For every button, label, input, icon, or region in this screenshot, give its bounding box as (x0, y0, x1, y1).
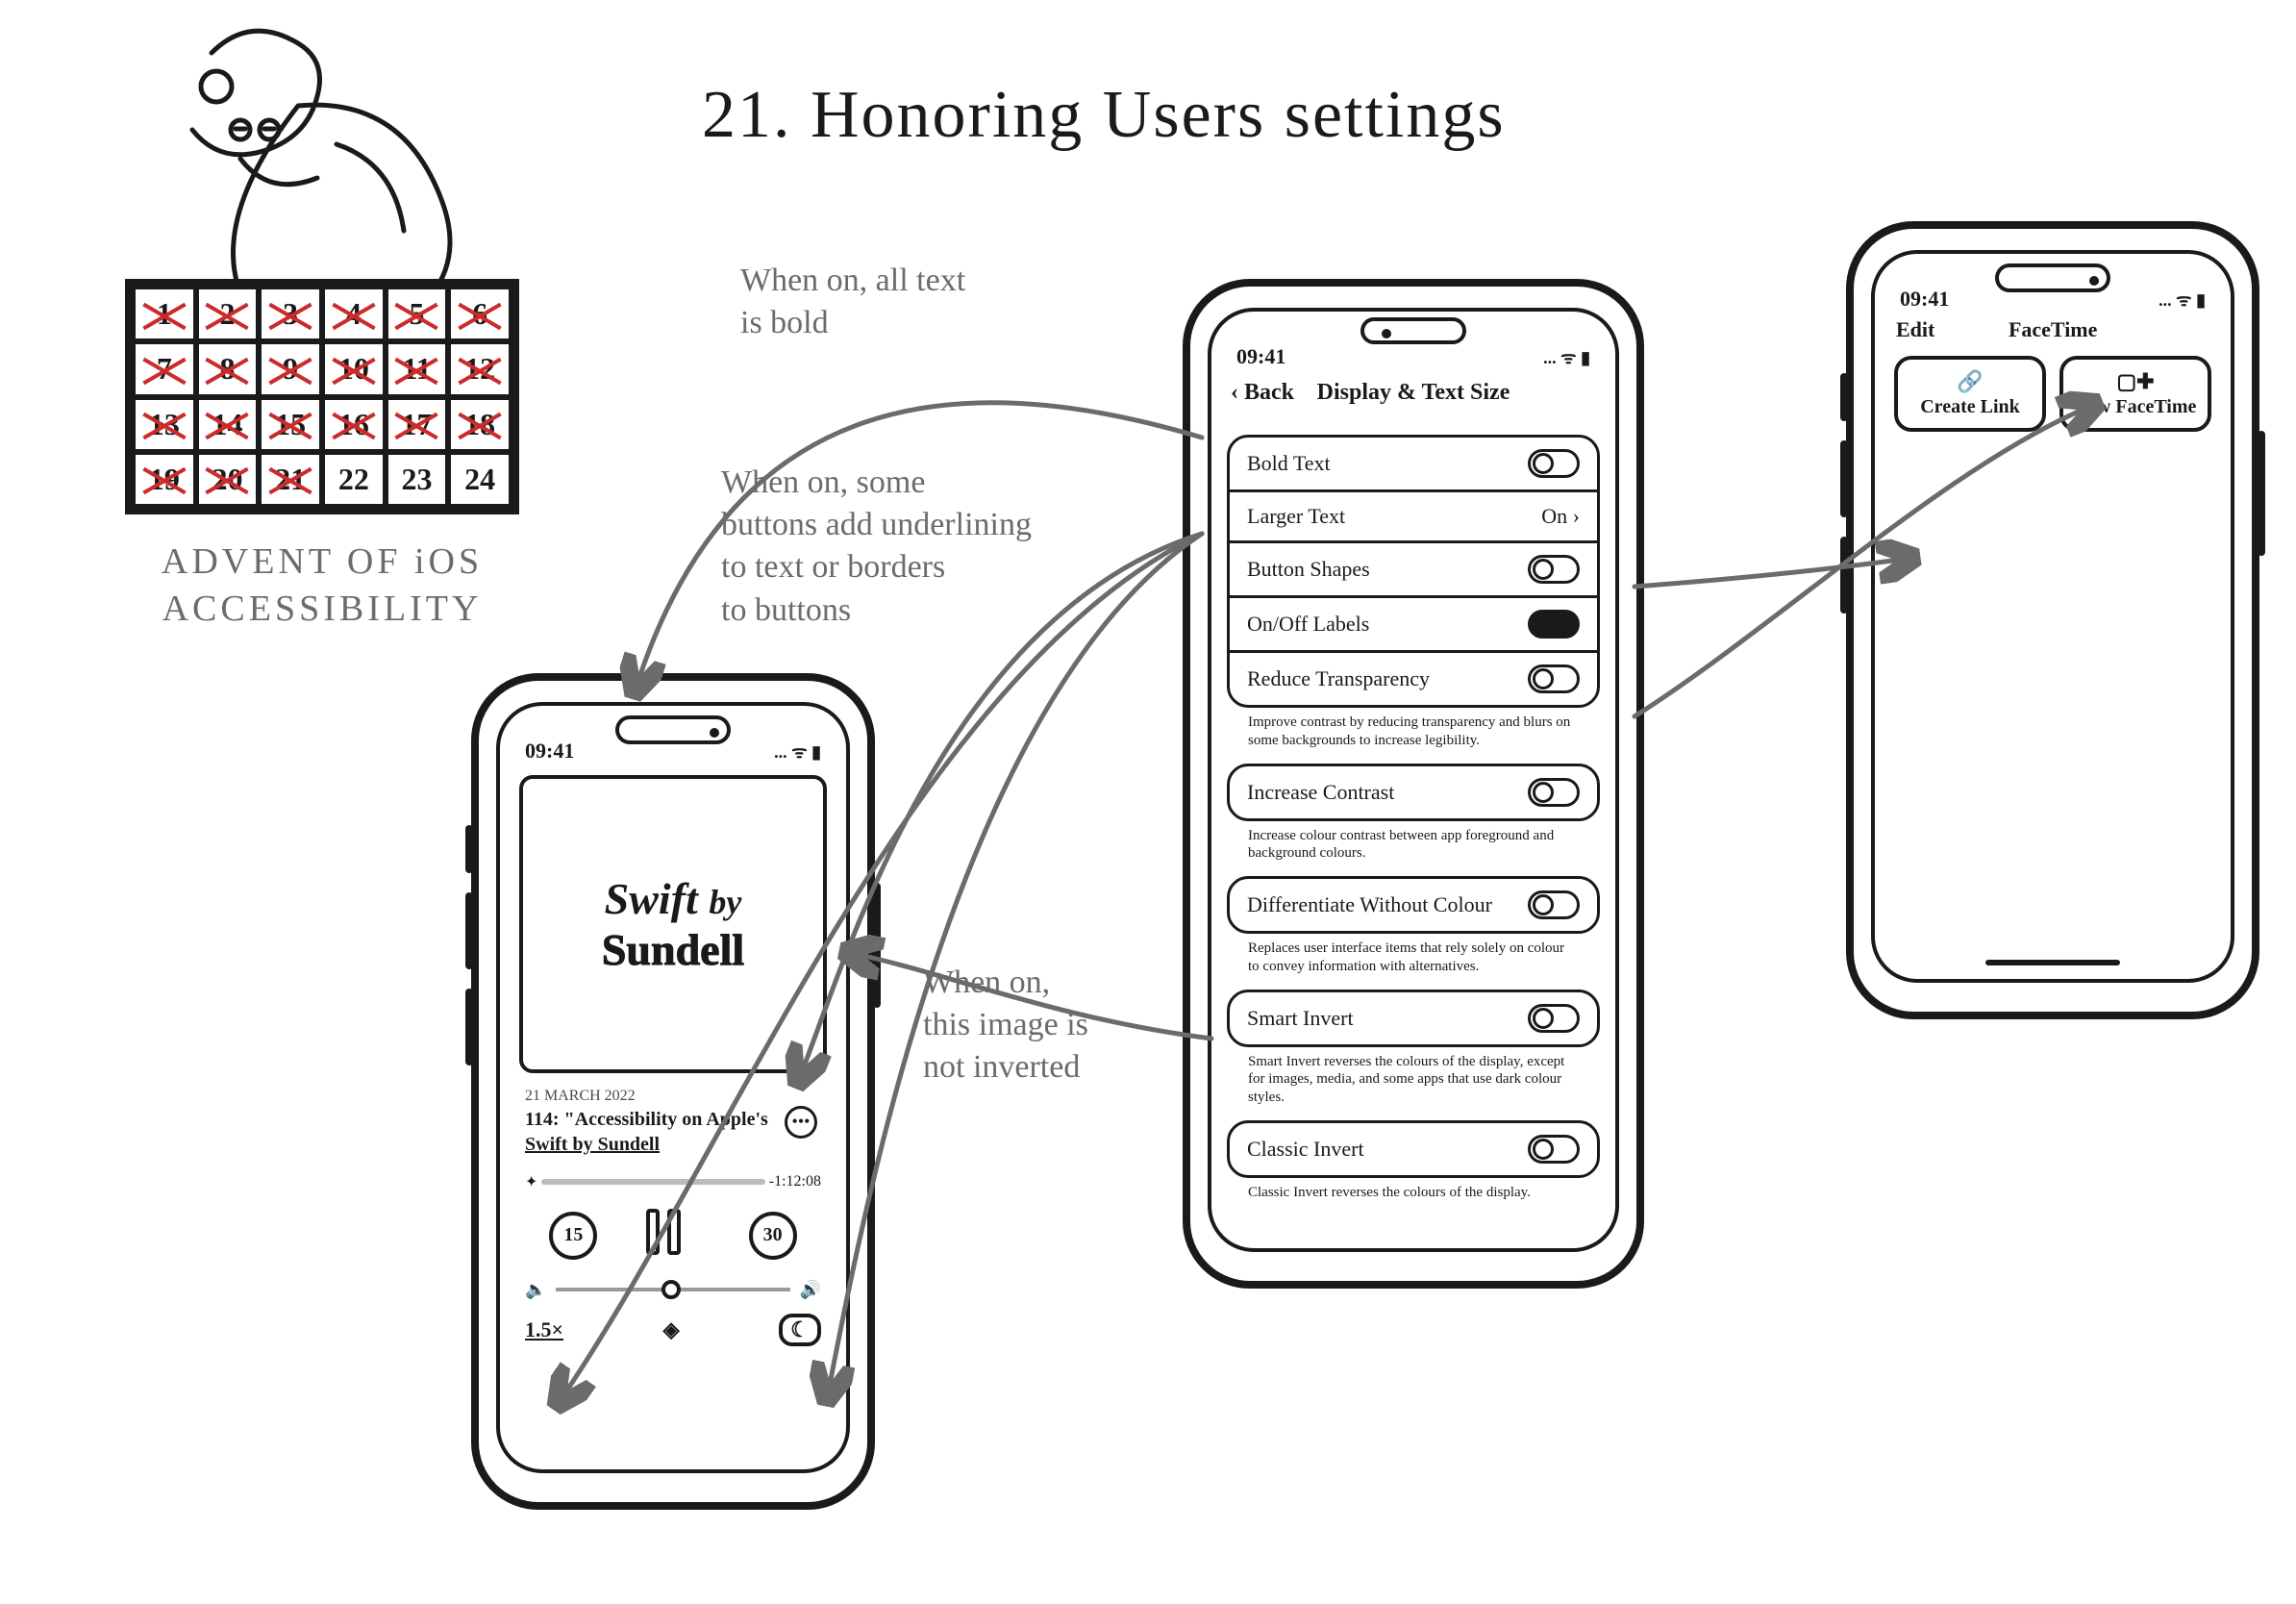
footer-classic: Classic Invert reverses the colours of t… (1227, 1178, 1600, 1202)
row-diff-colour[interactable]: Differentiate Without Colour (1230, 879, 1597, 931)
volume-slider[interactable]: 🔈 🔊 (525, 1280, 821, 1300)
row-onoff-labels[interactable]: On/Off Labels (1230, 595, 1597, 650)
episode-date: 21 MARCH 2022 (525, 1087, 821, 1107)
row-classic-invert[interactable]: Classic Invert (1230, 1123, 1597, 1175)
row-reduce-transparency[interactable]: Reduce Transparency (1230, 650, 1597, 705)
calendar-day-7: 7 (133, 341, 196, 396)
scrubber[interactable]: ✦ -1:12:08 (525, 1172, 821, 1191)
annotation-invert: When on,this image isnot inverted (923, 962, 1211, 1090)
calendar-day-2: 2 (196, 287, 260, 341)
create-link-button[interactable]: 🔗Create Link (1894, 356, 2046, 432)
calendar-day-23: 23 (386, 452, 449, 507)
edit-button[interactable]: Edit (1896, 317, 1934, 342)
toggle-bold[interactable] (1528, 449, 1580, 478)
row-button-shapes[interactable]: Button Shapes (1230, 540, 1597, 595)
toggle-diff[interactable] (1528, 890, 1580, 919)
row-bold-text[interactable]: Bold Text (1230, 438, 1597, 489)
calendar-day-18: 18 (448, 397, 512, 452)
toggle-transparency[interactable] (1528, 664, 1580, 693)
phone-settings: 09:41 ... ᯤ ▮ ‹ Back Display & Text Size… (1183, 279, 1644, 1289)
annotation-bold: When on, all textis bold (740, 260, 1106, 344)
link-icon: 🔗 (1904, 369, 2036, 394)
playback-speed-button[interactable]: 1.5× (525, 1317, 563, 1342)
skip-back-button[interactable]: 15 (549, 1212, 597, 1260)
calendar-day-17: 17 (386, 397, 449, 452)
show-link[interactable]: Swift by Sundell (525, 1132, 821, 1157)
calendar-day-10: 10 (322, 341, 386, 396)
annotation-shapes: When on, somebuttons add underliningto t… (721, 462, 1154, 632)
advent-calendar: 123456789101112131415161718192021222324 (125, 279, 519, 514)
calendar-day-20: 20 (196, 452, 260, 507)
calendar-day-14: 14 (196, 397, 260, 452)
calendar-day-22: 22 (322, 452, 386, 507)
toggle-onoff[interactable] (1528, 610, 1580, 639)
airplay-icon[interactable]: ◈ (663, 1317, 680, 1342)
calendar-day-13: 13 (133, 397, 196, 452)
row-smart-invert[interactable]: Smart Invert (1230, 992, 1597, 1044)
toggle-contrast[interactable] (1528, 778, 1580, 807)
notch (1360, 317, 1466, 344)
more-button[interactable]: ••• (785, 1106, 817, 1139)
screen-title: FaceTime (1934, 317, 2171, 342)
toggle-classic[interactable] (1528, 1135, 1580, 1164)
time-remaining: -1:12:08 (769, 1173, 821, 1190)
dynamic-island (1995, 263, 2110, 292)
calendar-day-8: 8 (196, 341, 260, 396)
video-icon: ▢✚ (2069, 369, 2202, 394)
advent-label: ADVENT OF iOSACCESSIBILITY (125, 539, 519, 634)
volume-high-icon: 🔊 (800, 1280, 821, 1300)
calendar-day-16: 16 (322, 397, 386, 452)
status-indicators: ... ᯤ ▮ (774, 740, 821, 764)
calendar-day-19: 19 (133, 452, 196, 507)
nav-bar: ‹ Back Display & Text Size (1211, 371, 1615, 414)
star-icon: ✦ (525, 1172, 537, 1191)
footer-smart: Smart Invert reverses the colours of the… (1227, 1047, 1600, 1107)
sleep-timer-button[interactable]: ☾ (779, 1314, 821, 1346)
back-button[interactable]: ‹ Back (1231, 380, 1294, 406)
phone-facetime: 09:41... ᯤ ▮ Edit FaceTime 🔗Create Link … (1846, 221, 2259, 1019)
toggle-smart[interactable] (1528, 1004, 1580, 1033)
calendar-day-24: 24 (448, 452, 512, 507)
calendar-day-6: 6 (448, 287, 512, 341)
status-time: 09:41 (525, 739, 574, 764)
calendar-day-5: 5 (386, 287, 449, 341)
row-larger-text[interactable]: Larger TextOn › (1230, 489, 1597, 540)
footer-transparency: Improve contrast by reducing transparenc… (1227, 708, 1600, 750)
calendar-day-15: 15 (259, 397, 322, 452)
calendar-day-3: 3 (259, 287, 322, 341)
home-indicator (1985, 960, 2120, 965)
footer-diff: Replaces user interface items that rely … (1227, 934, 1600, 976)
page-title: 21. Honoring Users settings (702, 77, 1506, 154)
episode-title: 114: "Accessibility on Apple's (525, 1107, 821, 1132)
pause-button[interactable] (646, 1209, 700, 1263)
dynamic-island (615, 715, 731, 744)
calendar-day-12: 12 (448, 341, 512, 396)
row-increase-contrast[interactable]: Increase Contrast (1230, 766, 1597, 818)
calendar-day-1: 1 (133, 287, 196, 341)
screen-title: Display & Text Size (1317, 380, 1510, 406)
phone-podcast: 09:41 ... ᯤ ▮ Swift by Sundell 21 MARCH … (471, 673, 875, 1510)
toggle-shapes[interactable] (1528, 555, 1580, 584)
footer-contrast: Increase colour contrast between app for… (1227, 821, 1600, 864)
calendar-day-11: 11 (386, 341, 449, 396)
new-facetime-button[interactable]: ▢✚New FaceTime (2059, 356, 2211, 432)
podcast-artwork: Swift by Sundell (519, 775, 827, 1073)
calendar-day-4: 4 (322, 287, 386, 341)
calendar-day-21: 21 (259, 452, 322, 507)
volume-low-icon: 🔈 (525, 1280, 546, 1300)
calendar-day-9: 9 (259, 341, 322, 396)
skip-forward-button[interactable]: 30 (749, 1212, 797, 1260)
